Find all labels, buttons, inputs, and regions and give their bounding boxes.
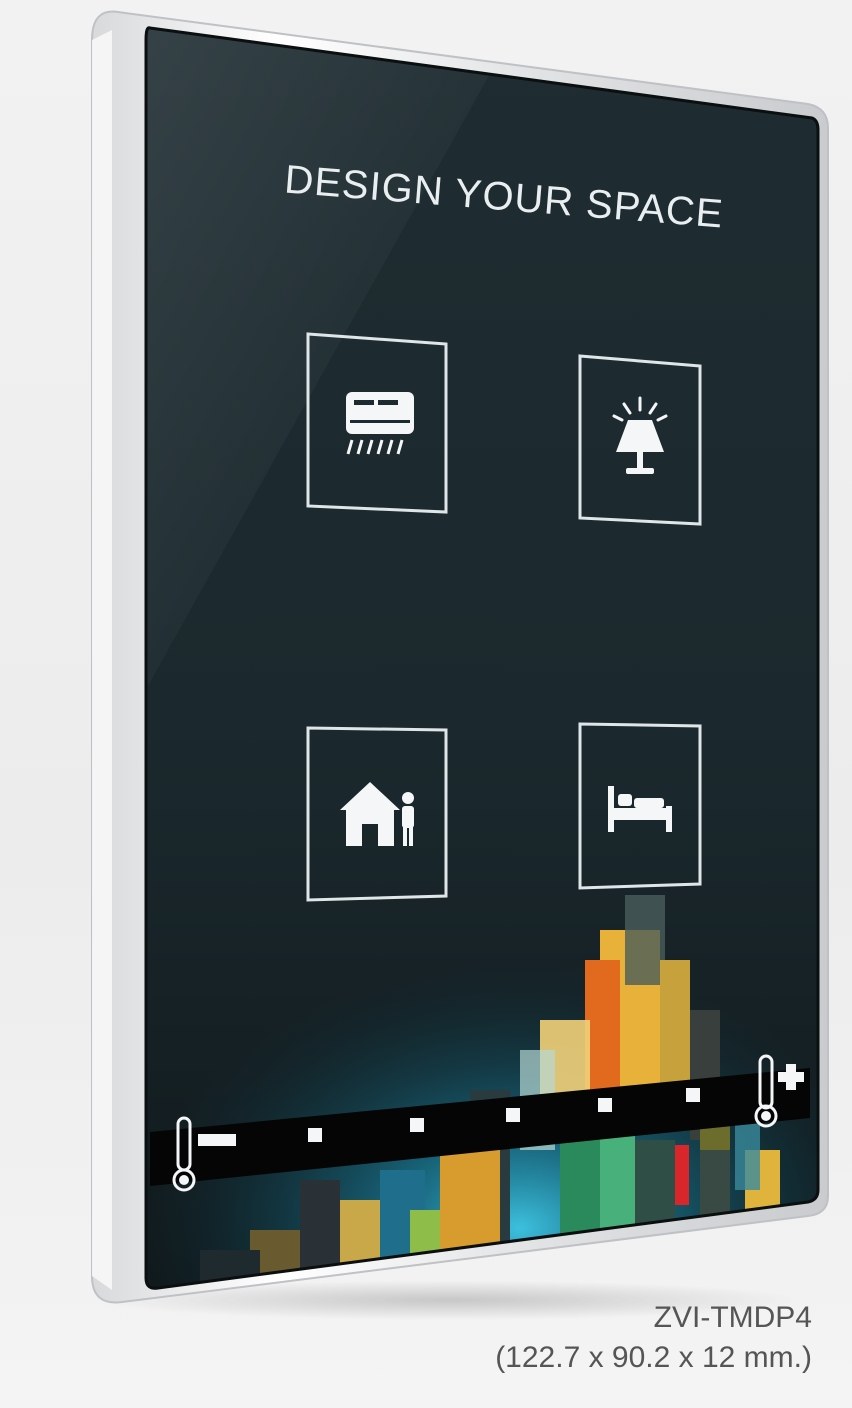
slider-step[interactable]	[686, 1088, 700, 1102]
slider-step[interactable]	[506, 1108, 520, 1122]
product-scene: DESIGN YOUR SPACE ZVI-TMDP4 (122.7 x 90.…	[0, 0, 852, 1408]
slider-step[interactable]	[598, 1098, 612, 1112]
slider-step[interactable]	[410, 1118, 424, 1132]
touch-panel-device: DESIGN YOUR SPACE	[91, 10, 829, 1304]
model-number: ZVI-TMDP4	[653, 1301, 812, 1334]
product-caption: ZVI-TMDP4 (122.7 x 90.2 x 12 mm.)	[495, 1298, 812, 1378]
slider-step[interactable]	[308, 1128, 322, 1142]
model-dimensions: (122.7 x 90.2 x 12 mm.)	[495, 1341, 812, 1374]
